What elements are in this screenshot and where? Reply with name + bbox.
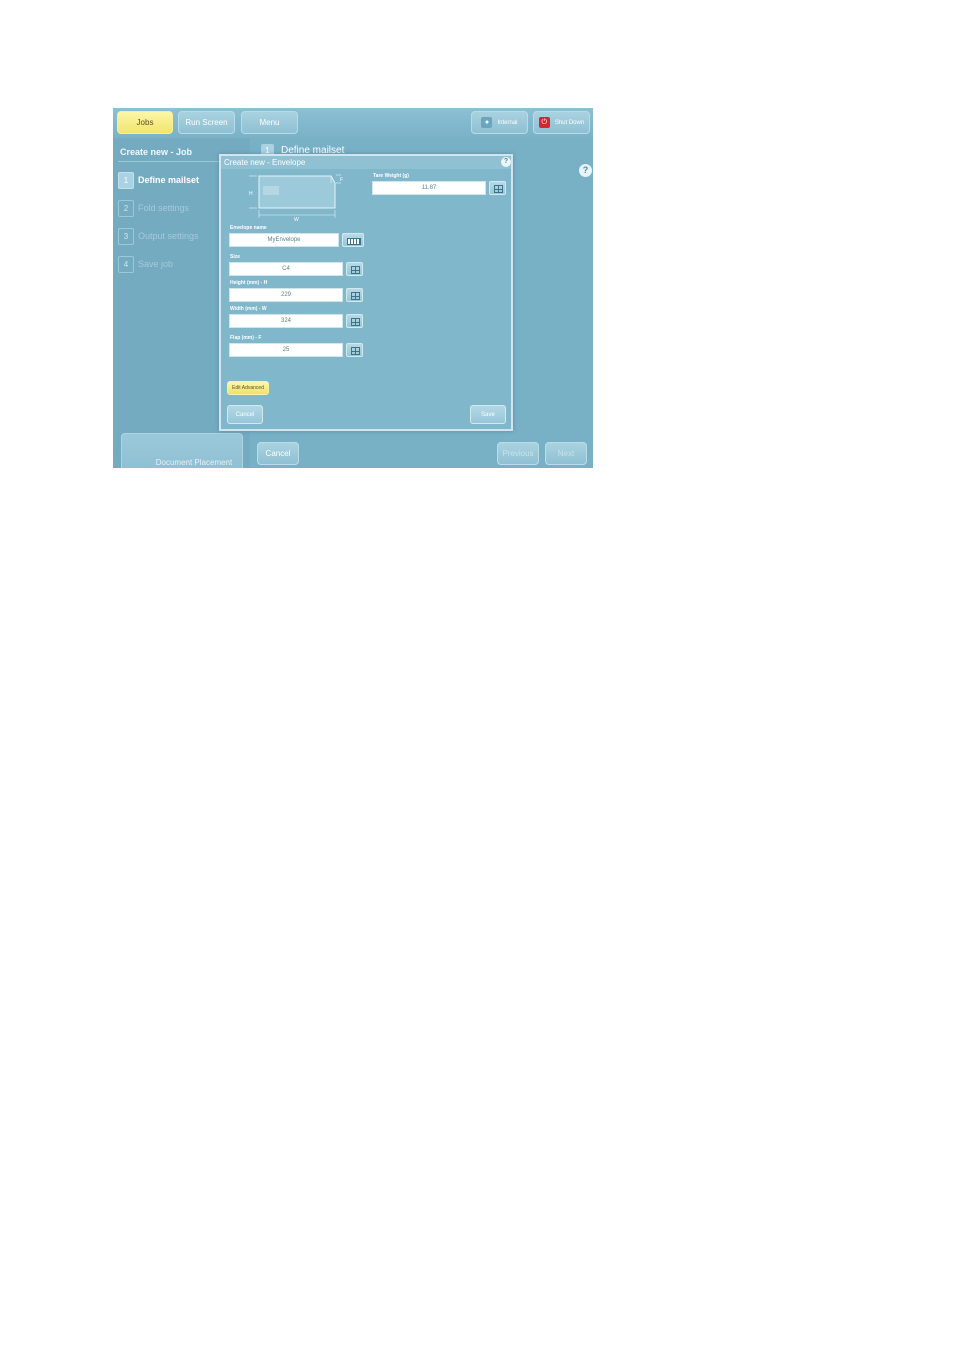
jobs-label: Jobs [136,118,154,127]
document-placement-label: Document Placement [155,457,233,467]
document-placement-button[interactable]: Document Placement [121,433,243,468]
width-field[interactable]: 324 [229,314,343,328]
previous-button[interactable]: Previous [497,442,539,465]
shut-down-button[interactable]: ⏻ Shut Down [533,111,590,134]
height-keypad-icon[interactable] [346,288,363,302]
run-screen-label: Run Screen [185,118,228,127]
step-label: Output settings [138,231,199,241]
cancel-button[interactable]: Cancel [257,442,299,465]
edit-advanced-button[interactable]: Edit Advanced [227,381,269,395]
step-number: 3 [118,228,134,245]
size-keypad-icon[interactable] [346,262,363,276]
flap-keypad-icon[interactable] [346,343,363,357]
step-label: Define mailset [138,175,200,185]
dialog-help-icon[interactable]: ? [501,157,511,167]
internal-label: Internal [497,119,518,126]
next-button[interactable]: Next [545,442,587,465]
tare-weight-field[interactable]: 11.87 [372,181,486,195]
menu-label: Menu [259,118,280,127]
size-label: Size [230,254,241,260]
envelope-name-label: Envelope name [230,225,267,231]
panel-title: Create new - Job [120,147,193,157]
app-screen: Jobs Run Screen Menu ● Internal ⏻ Shut D… [113,108,593,468]
step-number: 1 [118,172,134,189]
width-keypad-icon[interactable] [346,314,363,328]
height-label: Height (mm) - H [230,280,268,286]
step-number: 2 [118,200,134,217]
cancel-label: Cancel [265,449,291,458]
flap-field[interactable]: 25 [229,343,343,357]
dialog-title: Create new - Envelope [221,156,511,169]
previous-label: Previous [502,449,534,458]
envelope-diagram: F H W [249,174,343,222]
width-dim-label: W [294,217,299,222]
help-icon[interactable]: ? [579,164,592,177]
dialog-cancel-button[interactable]: Cancel [227,405,263,424]
height-field[interactable]: 229 [229,288,343,302]
step-label: Save job [138,259,174,269]
create-envelope-dialog: Create new - Envelope ? F H W Tare Weigh… [219,154,513,431]
envelope-name-field[interactable]: MyEnvelope [229,233,339,247]
tare-weight-label: Tare Weight (g) [373,173,409,179]
dialog-cancel-label: Cancel [235,411,255,418]
step-label: Fold settings [138,203,190,213]
shut-down-label: Shut Down [554,119,585,126]
power-icon: ⏻ [538,117,550,128]
save-label: Save [481,411,495,418]
jobs-button[interactable]: Jobs [117,111,173,134]
width-label: Width (mm) - W [230,306,267,312]
flap-dim-label: F [340,177,343,183]
internal-button[interactable]: ● Internal [471,111,528,134]
height-dim-label: H [249,191,253,197]
keyboard-icon[interactable] [342,233,364,247]
tare-weight-keypad-icon[interactable] [489,181,506,195]
flap-label: Flap (mm) - F [230,335,262,341]
envelope-shape [258,175,336,209]
size-field[interactable]: C4 [229,262,343,276]
top-bar: Jobs Run Screen Menu ● Internal ⏻ Shut D… [113,108,593,138]
next-label: Next [557,449,575,458]
save-button[interactable]: Save [470,405,506,424]
run-screen-button[interactable]: Run Screen [178,111,235,134]
step-number: 4 [118,256,134,273]
user-icon: ● [481,117,493,128]
menu-button[interactable]: Menu [241,111,298,134]
edit-advanced-label: Edit Advanced [232,385,264,391]
